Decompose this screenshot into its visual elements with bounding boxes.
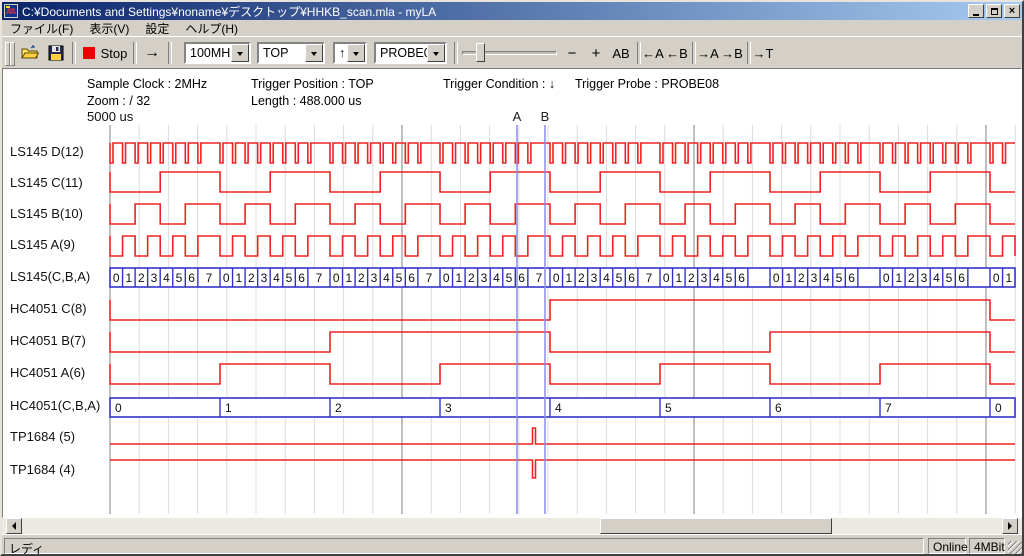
chevron-down-icon: [353, 52, 359, 59]
set-cursor-a-button[interactable]: →A: [696, 41, 720, 65]
waveform-client-area[interactable]: Sample Clock : 2MHz Trigger Position : T…: [2, 68, 1022, 518]
zoom-text: Zoom : / 32: [87, 94, 150, 108]
zoom-slider[interactable]: [462, 41, 557, 65]
goto-cursor-a-button[interactable]: ←A: [641, 41, 665, 65]
scrollbar-thumb[interactable]: [600, 518, 832, 534]
stop-icon: [83, 47, 95, 59]
open-file-button[interactable]: [18, 41, 42, 65]
set-cursor-b-button[interactable]: →B: [720, 41, 744, 65]
goto-trigger-button[interactable]: →T: [751, 41, 775, 65]
close-button[interactable]: ×: [1004, 4, 1020, 18]
zoom-in-button[interactable]: +: [586, 41, 606, 65]
toolbar-separator: [72, 42, 76, 64]
status-bar: レディ Online 4MBit: [2, 534, 1022, 555]
ab-button[interactable]: AB: [608, 41, 634, 65]
trigger-position-text: Trigger Position : TOP: [251, 77, 374, 91]
menu-bar: ファイル(F) 表示(V) 設定 ヘルプ(H): [2, 20, 1022, 36]
menu-settings[interactable]: 設定: [137, 20, 177, 37]
stop-button[interactable]: Stop: [80, 41, 130, 65]
title-bar[interactable]: C:¥Documents and Settings¥noname¥デスクトップ¥…: [2, 2, 1022, 20]
minimize-icon: [973, 14, 979, 16]
chevron-down-icon: [237, 52, 243, 59]
status-ready-pane: レディ: [4, 538, 924, 554]
toolbar-separator: [133, 42, 137, 64]
length-text: Length : 488.000 us: [251, 94, 362, 108]
menu-help[interactable]: ヘルプ(H): [177, 20, 246, 37]
resize-grip[interactable]: [1008, 541, 1022, 555]
toolbar-grip[interactable]: [10, 42, 15, 66]
status-ready-text: レディ: [9, 542, 44, 556]
scroll-left-button[interactable]: [6, 518, 22, 534]
window-title: C:¥Documents and Settings¥noname¥デスクトップ¥…: [22, 3, 968, 20]
app-icon: [4, 4, 18, 18]
trigger-edge-combo[interactable]: ↑: [333, 42, 367, 64]
menu-file[interactable]: ファイル(F): [2, 20, 81, 37]
trigger-edge-value: ↑: [339, 46, 345, 60]
chevron-down-icon: [311, 52, 317, 59]
save-floppy-icon: [48, 45, 64, 61]
maximize-button[interactable]: [986, 4, 1002, 18]
zoom-out-button[interactable]: −: [562, 41, 582, 65]
trigger-probe-combo[interactable]: PROBE00: [374, 42, 447, 64]
triangle-left-icon: [8, 522, 16, 530]
app-window: C:¥Documents and Settings¥noname¥デスクトップ¥…: [0, 0, 1024, 556]
combo-dropdown-button[interactable]: [347, 44, 365, 62]
scroll-right-button[interactable]: [1002, 518, 1018, 534]
toolbar-separator: [454, 42, 458, 64]
trigger-position-value: TOP: [263, 46, 288, 60]
stop-label: Stop: [101, 46, 128, 61]
zoom-slider-handle[interactable]: [476, 43, 485, 62]
status-online-pane: Online: [928, 538, 966, 554]
run-arrow-icon: →: [144, 44, 160, 62]
horizontal-scrollbar[interactable]: [2, 518, 1022, 534]
sample-rate-combo[interactable]: 100MHz: [184, 42, 251, 64]
sample-rate-value: 100MHz: [190, 46, 237, 60]
trigger-probe-text: Trigger Probe : PROBE08: [575, 77, 719, 91]
triangle-right-icon: [1008, 522, 1016, 530]
open-folder-icon: [21, 45, 39, 61]
combo-dropdown-button[interactable]: [305, 44, 323, 62]
status-memory-pane: 4MBit: [969, 538, 1005, 554]
trigger-condition-text: Trigger Condition : ↓: [443, 77, 555, 91]
run-button[interactable]: →: [139, 41, 165, 65]
sample-clock-text: Sample Clock : 2MHz: [87, 77, 207, 91]
menu-view[interactable]: 表示(V): [81, 20, 137, 37]
close-icon: ×: [1009, 6, 1015, 16]
goto-cursor-b-button[interactable]: ←B: [665, 41, 689, 65]
combo-dropdown-button[interactable]: [427, 44, 445, 62]
minimize-button[interactable]: [968, 4, 984, 18]
chevron-down-icon: [433, 52, 439, 59]
save-button[interactable]: [44, 41, 68, 65]
combo-dropdown-button[interactable]: [231, 44, 249, 62]
toolbar-separator: [168, 42, 172, 64]
maximize-icon: [991, 8, 998, 15]
toolbar: Stop → 100MHz TOP ↑ PROBE00 − +: [2, 36, 1022, 69]
trigger-position-combo[interactable]: TOP: [257, 42, 325, 64]
